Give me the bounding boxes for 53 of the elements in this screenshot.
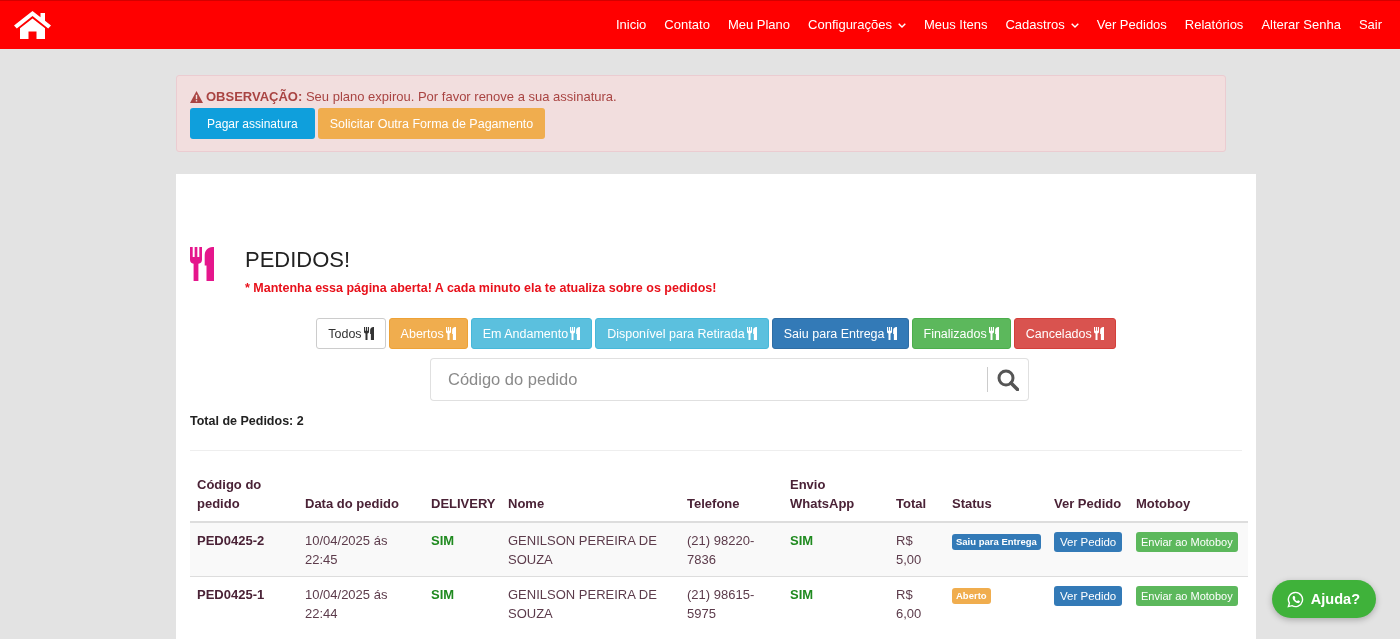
table-cell: R$ 5,00	[889, 522, 945, 577]
table-cell: 10/04/2025 ás 22:44	[298, 576, 424, 630]
filter-button[interactable]: Cancelados	[1013, 318, 1116, 349]
utensils-icon	[570, 327, 581, 340]
utensils-icon	[988, 327, 999, 340]
utensils-icon	[363, 327, 374, 340]
table-cell: (21) 98220-7836	[680, 522, 783, 577]
utensils-icon	[1093, 327, 1104, 340]
nav-link[interactable]: Alterar Senha	[1252, 16, 1350, 34]
filter-button[interactable]: Todos	[316, 318, 386, 349]
nav-link[interactable]: Configurações	[799, 16, 915, 34]
refresh-notice: * Mantenha essa página aberta! A cada minuto ela te atualiza sobre os pedidos!	[245, 280, 717, 296]
filter-button[interactable]: Disponível para Retirada	[595, 318, 769, 349]
utensils-icon	[445, 327, 456, 340]
table-cell: R$ 6,00	[889, 576, 945, 630]
nav-link[interactable]: Inicio	[607, 16, 656, 34]
table-cell: 10/04/2025 ás 22:45	[298, 522, 424, 577]
utensils-icon	[746, 327, 757, 340]
table-cell: SIM	[424, 522, 501, 577]
table-cell: GENILSON PEREIRA DE SOUZA	[501, 522, 680, 577]
filter-button[interactable]: Saiu para Entrega	[771, 318, 909, 349]
help-button[interactable]: Ajuda?	[1271, 580, 1376, 618]
nav-link[interactable]: Cadastros	[996, 16, 1088, 34]
table-cell: PED0425-1	[190, 576, 298, 630]
status-badge: Saiu para Entrega	[952, 534, 1041, 550]
filter-button[interactable]: Em Andamento	[470, 318, 593, 349]
status-badge: Aberto	[952, 588, 991, 604]
alert-button[interactable]: Pagar assinatura	[190, 108, 315, 139]
table-cell: (21) 98615-5975	[680, 576, 783, 630]
nav-link[interactable]: Relatórios	[1175, 16, 1253, 34]
orders-total: Total de Pedidos: 2	[190, 413, 305, 429]
table-cell: SIM	[783, 576, 889, 630]
send-motoboy-button[interactable]: Enviar ao Motoboy	[1136, 532, 1238, 552]
table-cell: SIM	[783, 522, 889, 577]
alert-message: OBSERVAÇÃO: Seu plano expirou. Por favor renove a sua assinatura.	[206, 88, 617, 106]
table-cell: PED0425-2	[190, 522, 298, 577]
view-order-button[interactable]: Ver Pedido	[1054, 586, 1123, 606]
nav-link[interactable]: Sair	[1349, 16, 1391, 34]
utensils-icon	[190, 247, 214, 281]
nav-link[interactable]: Ver Pedidos	[1087, 16, 1176, 34]
warning-icon	[190, 91, 203, 103]
nav-link[interactable]: Meu Plano	[718, 16, 800, 34]
home-icon[interactable]	[14, 11, 51, 39]
table-cell: GENILSON PEREIRA DE SOUZA	[501, 576, 680, 630]
nav-link[interactable]: Meus Itens	[914, 16, 997, 34]
view-order-button[interactable]: Ver Pedido	[1054, 532, 1123, 552]
table-cell: SIM	[424, 576, 501, 630]
utensils-icon	[886, 327, 897, 340]
page-title: PEDIDOS!	[245, 247, 352, 273]
nav-link[interactable]: Contato	[655, 16, 719, 34]
send-motoboy-button[interactable]: Enviar ao Motoboy	[1136, 586, 1238, 606]
filter-button[interactable]: Finalizados	[911, 318, 1011, 349]
chat-phone-icon	[1286, 590, 1304, 608]
